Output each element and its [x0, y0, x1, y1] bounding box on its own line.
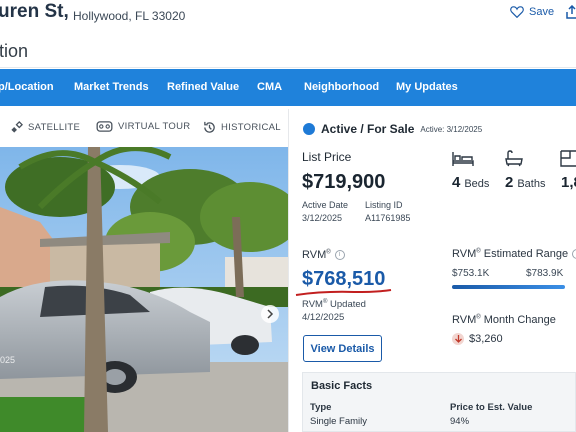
range-high: $783.9K — [526, 268, 564, 279]
beds-feature: 4 Beds — [452, 174, 489, 191]
basic-facts-title: Basic Facts — [311, 380, 373, 392]
rvm-range-label-text: Estimated Range — [483, 248, 569, 260]
baths-unit: Baths — [517, 178, 546, 190]
address-city: Hollywood, FL 33020 — [73, 9, 186, 23]
listing-status: Active / For Sale Active: 3/12/2025 — [303, 122, 482, 136]
map-tabs: SATELLITE VIRTUAL TOUR HISTORICAL — [0, 109, 288, 147]
save-label: Save — [529, 5, 555, 18]
rvm-label: RVM® i — [302, 249, 345, 261]
subheader: tion — [0, 38, 576, 68]
rvm-updated-label: RVM® Updated — [302, 299, 366, 310]
list-price-value: $719,900 — [302, 171, 386, 193]
rvm-label-text: RVM — [302, 249, 327, 261]
history-icon — [204, 121, 215, 133]
nav-item-cma[interactable]: CMA — [257, 81, 282, 93]
price-ratio-label: Price to Est. Value — [450, 402, 533, 413]
beds-value: 4 — [452, 174, 461, 191]
rvm-updated-label-text: RVM — [302, 299, 323, 311]
baths-value: 2 — [505, 174, 514, 191]
rvm-reg-mark: ® — [326, 249, 331, 256]
photo-next-button[interactable] — [261, 305, 279, 323]
sqft-value: 1,8 — [561, 174, 576, 191]
nav-item-neighborhood[interactable]: Neighborhood — [304, 81, 379, 93]
active-date-value: 3/12/2025 — [302, 213, 343, 223]
beds-unit: Beds — [464, 178, 490, 190]
range-low: $753.1K — [452, 268, 490, 279]
tab-virtual-tour-label: VIRTUAL TOUR — [118, 121, 191, 132]
range-bar — [452, 285, 565, 289]
rvm-updated-date: 4/12/2025 — [302, 312, 345, 323]
rvm-updated-suffix: Updated — [327, 299, 366, 311]
underline-annotation — [295, 289, 392, 296]
month-change-value: $3,260 — [469, 333, 503, 345]
chevron-right-icon — [267, 309, 274, 319]
nav-item-refined-value[interactable]: Refined Value — [167, 81, 239, 93]
view-details-button[interactable]: View Details — [303, 335, 382, 362]
bathtub-icon — [505, 150, 523, 167]
vr-headset-icon — [96, 121, 113, 132]
floorplan-icon — [560, 150, 576, 167]
status-text: Active / For Sale — [321, 122, 415, 136]
bed-icon — [452, 152, 474, 166]
type-label: Type — [310, 402, 332, 413]
rvm-range-rvm: RVM — [452, 248, 477, 260]
address-street: uren St, — [0, 1, 69, 22]
range-info-icon[interactable]: i — [572, 249, 576, 260]
listing-id-value: A11761985 — [365, 213, 411, 223]
sqft-feature: 1,8 — [561, 174, 576, 191]
property-photo-image — [0, 147, 288, 432]
price-ratio-value: 94% — [450, 416, 470, 427]
status-dot-icon — [303, 123, 315, 135]
save-button[interactable]: Save — [510, 5, 554, 18]
tab-historical[interactable]: HISTORICAL — [203, 121, 281, 134]
panel-divider — [288, 109, 289, 432]
nav-item-map-location[interactable]: p/Location — [0, 81, 54, 93]
heart-icon — [510, 6, 524, 18]
active-date-label: Active Date — [302, 200, 349, 210]
month-change: $3,260 — [452, 333, 503, 345]
nav-item-my-updates[interactable]: My Updates — [396, 81, 458, 93]
month-change-rvm: RVM — [452, 314, 477, 326]
header: uren St, Hollywood, FL 33020 Save — [0, 0, 576, 32]
tab-satellite[interactable]: SATELLITE — [10, 121, 80, 134]
rvm-range-reg: ® — [476, 248, 481, 255]
satellite-icon — [11, 121, 23, 133]
property-photo[interactable]: 025 — [0, 147, 288, 432]
month-change-label-text: Month Change — [483, 314, 556, 326]
photo-date-fragment: 025 — [0, 355, 16, 365]
month-change-reg: ® — [476, 314, 481, 321]
basic-facts-card: Basic Facts Type Single Family Price to … — [302, 372, 576, 432]
main-nav: p/Location Market Trends Refined Value C… — [0, 69, 576, 106]
info-icon[interactable]: i — [334, 250, 345, 261]
month-change-label: RVM® Month Change — [452, 314, 556, 326]
type-value: Single Family — [310, 416, 368, 427]
arrow-down-icon — [452, 333, 464, 345]
rvm-range-label: RVM® Estimated Rangei — [452, 248, 576, 260]
list-price-label: List Price — [302, 150, 352, 164]
baths-feature: 2 Baths — [505, 174, 545, 191]
tab-satellite-label: SATELLITE — [28, 122, 81, 133]
page-subtitle: tion — [0, 41, 29, 61]
tab-virtual-tour[interactable]: VIRTUAL TOUR — [96, 121, 190, 132]
listing-id-label: Listing ID — [365, 200, 403, 210]
share-icon[interactable] — [566, 4, 576, 24]
tab-historical-label: HISTORICAL — [221, 122, 281, 133]
status-date: Active: 3/12/2025 — [420, 124, 483, 134]
nav-item-market-trends[interactable]: Market Trends — [74, 81, 149, 93]
